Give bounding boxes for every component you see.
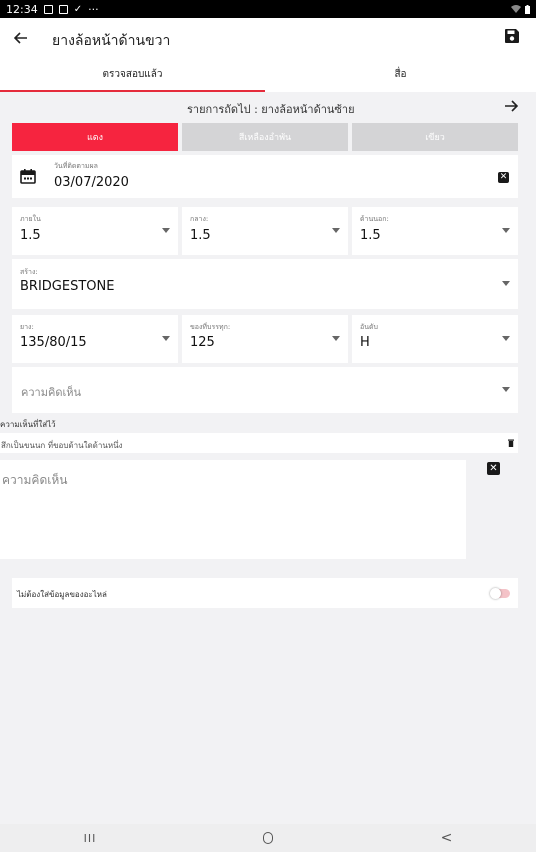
speed-rating-select[interactable]: อันดับ H (352, 315, 518, 363)
next-item-button[interactable] (504, 97, 519, 116)
chevron-down-icon (502, 228, 510, 233)
app-bar: ยางล้อหน้าด้านขวา (0, 18, 536, 64)
tread-middle-value: 1.5 (190, 228, 211, 243)
chevron-down-icon (502, 387, 510, 392)
date-field-value: 03/07/2020 (54, 175, 129, 190)
comment-select[interactable]: ความคิดเห็น (12, 367, 518, 413)
wifi-icon (511, 5, 521, 13)
comment-select-placeholder: ความคิดเห็น (21, 386, 81, 399)
tread-inner-select[interactable]: ภายใน 1.5 (12, 207, 178, 255)
status-green-button[interactable]: เขียว (352, 123, 518, 151)
clock: 12:34 (6, 2, 38, 16)
tab-media[interactable]: สื่อ (265, 64, 536, 92)
status-bar: 12:34 ✓ ··· (0, 0, 536, 18)
added-comment-item: สึกเป็นขนนก ที่ขอบด้านใดด้านหนึ่ง (0, 433, 518, 453)
home-button[interactable] (263, 832, 274, 844)
speed-rating-value: H (360, 335, 370, 350)
next-item-label: รายการถัดไป : ยางล้อหน้าด้านซ้าย (187, 103, 355, 116)
chevron-down-icon (162, 336, 170, 341)
tread-outer-select[interactable]: ด้านนอก: 1.5 (352, 207, 518, 255)
floppy-disk-icon (505, 29, 519, 43)
chevron-down-icon (502, 336, 510, 341)
speed-rating-label: อันดับ (360, 323, 378, 331)
tread-outer-value: 1.5 (360, 228, 381, 243)
gallery-icon (43, 4, 53, 14)
clear-comment-button[interactable]: ✕ (487, 462, 500, 475)
tread-inner-value: 1.5 (20, 228, 41, 243)
page-title: ยางล้อหน้าด้านขวา (52, 33, 171, 49)
no-parts-toggle-label: ไม่ต้องใส่ข้อมูลของอะไหล่ (17, 590, 107, 599)
close-icon: ✕ (489, 463, 498, 474)
recent-apps-button[interactable]: III (84, 832, 97, 845)
back-button[interactable] (13, 28, 28, 50)
chevron-down-icon (332, 336, 340, 341)
added-comments-title: ความเห็นที่ใส่ไว้ (0, 420, 56, 429)
toggle-knob (490, 588, 501, 599)
load-index-label: ของที่บรรทุก: (190, 323, 231, 331)
next-item-row[interactable]: รายการถัดไป : ยางล้อหน้าด้านซ้าย (0, 92, 536, 122)
tire-size-value: 135/80/15 (20, 335, 87, 350)
date-field-label: วันที่ติดตามผล (54, 162, 98, 170)
app-notification-icon (58, 4, 68, 14)
brand-select[interactable]: สร้าง: BRIDGESTONE (12, 259, 518, 309)
tread-middle-label: กลาง: (190, 215, 209, 223)
close-icon: ✕ (499, 172, 508, 182)
tab-bar: ตรวจสอบแล้ว สื่อ (0, 64, 536, 92)
system-back-button[interactable]: < (441, 830, 453, 846)
date-field[interactable]: วันที่ติดตามผล 03/07/2020 ✕ (12, 155, 518, 198)
no-parts-toggle-row[interactable]: ไม่ต้องใส่ข้อมูลของอะไหล่ (12, 578, 518, 608)
trash-icon[interactable] (508, 439, 514, 447)
clear-date-button[interactable]: ✕ (498, 172, 509, 183)
comment-textarea[interactable]: ความคิดเห็น (0, 460, 466, 559)
brand-label: สร้าง: (20, 268, 38, 276)
system-nav-bar: III < (0, 824, 536, 852)
load-index-value: 125 (190, 335, 215, 350)
added-comment-text: สึกเป็นขนนก ที่ขอบด้านใดด้านหนึ่ง (1, 441, 123, 450)
download-done-icon: ✓ (73, 3, 83, 15)
load-index-select[interactable]: ของที่บรรทุก: 125 (182, 315, 348, 363)
chevron-down-icon (162, 228, 170, 233)
calendar-icon (20, 169, 36, 184)
tread-outer-label: ด้านนอก: (360, 215, 389, 223)
tread-inner-label: ภายใน (20, 215, 41, 223)
more-notifications-icon: ··· (88, 2, 99, 16)
tire-size-select[interactable]: ยาง: 135/80/15 (12, 315, 178, 363)
chevron-down-icon (332, 228, 340, 233)
tab-checked[interactable]: ตรวจสอบแล้ว (0, 64, 265, 92)
chevron-down-icon (502, 281, 510, 286)
brand-value: BRIDGESTONE (20, 279, 115, 294)
save-button[interactable] (504, 28, 520, 48)
status-red-button[interactable]: แดง (12, 123, 178, 151)
status-amber-button[interactable]: สีเหลืองอำพัน (182, 123, 348, 151)
tread-middle-select[interactable]: กลาง: 1.5 (182, 207, 348, 255)
arrow-left-icon (13, 32, 27, 44)
battery-icon (525, 4, 530, 14)
arrow-right-icon (505, 100, 519, 112)
comment-textarea-placeholder: ความคิดเห็น (2, 473, 68, 487)
tire-size-label: ยาง: (20, 323, 34, 331)
